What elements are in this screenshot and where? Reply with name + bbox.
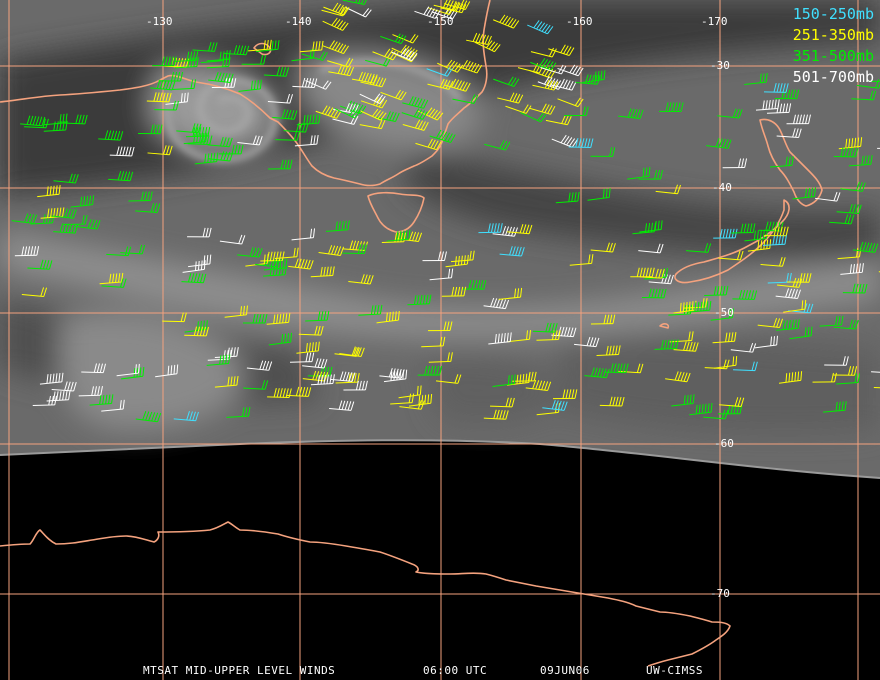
pressure-legend: 150-250mb 251-350mb 351-500mb 501-700mb [793, 4, 874, 88]
lat-label: -70 [710, 587, 730, 600]
lat-label: -40 [712, 181, 732, 194]
data-source: UW-CIMSS [646, 664, 703, 677]
legend-item-251-350: 251-350mb [792, 26, 874, 44]
satellite-map [0, 0, 880, 680]
observation-time: 06:00 UTC [423, 664, 488, 677]
legend-item-351-500: 351-500mb [792, 47, 874, 65]
legend-item-501-700: 501-700mb [792, 68, 874, 86]
lat-label: -30 [710, 59, 730, 72]
legend-item-150-250: 150-250mb [792, 5, 874, 23]
lon-label: -140 [285, 15, 312, 28]
lon-label: -130 [146, 15, 173, 28]
satellite-imagery [0, 0, 880, 479]
lon-label: -170 [701, 15, 728, 28]
lat-label: -60 [714, 437, 734, 450]
lat-label: -50 [714, 306, 734, 319]
footer-caption: MTSAT MID-UPPER LEVEL WINDS 06:00 UTC 09… [0, 664, 880, 678]
lon-label: -160 [566, 15, 593, 28]
observation-date: 09JUN06 [540, 664, 590, 677]
product-name: MTSAT MID-UPPER LEVEL WINDS [143, 664, 336, 677]
lon-label: -150 [427, 15, 454, 28]
